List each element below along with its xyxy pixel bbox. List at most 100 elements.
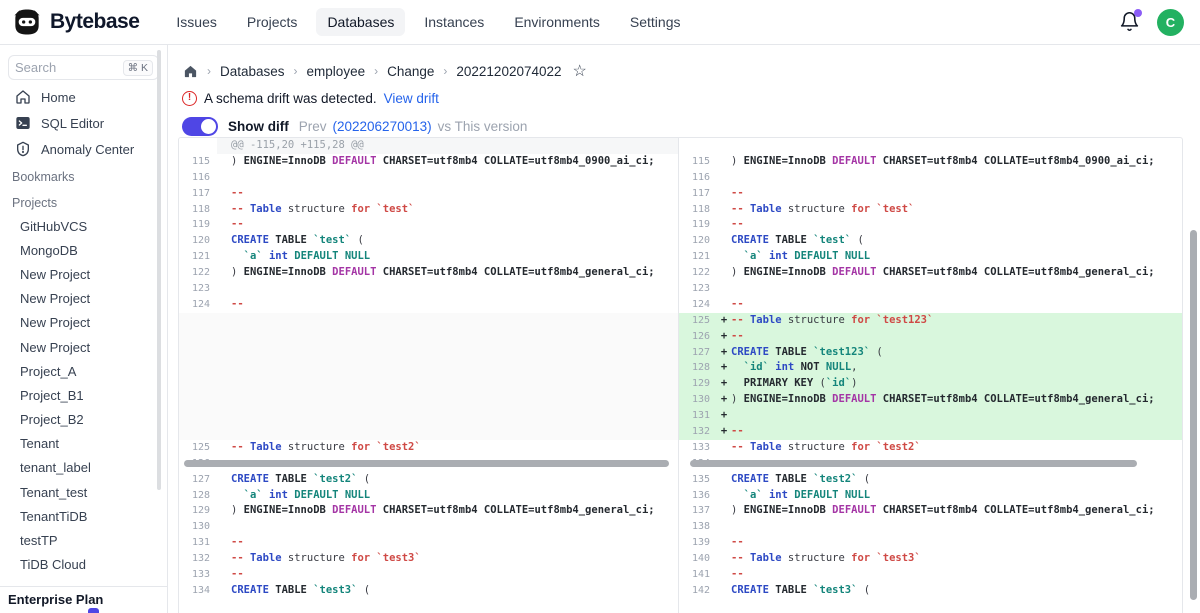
project-item[interactable]: testTP [0, 528, 167, 552]
project-item[interactable]: New Project [0, 287, 167, 311]
nav-item-databases[interactable]: Databases [316, 8, 405, 36]
diff-line [679, 138, 1182, 154]
diff-sign [717, 265, 731, 281]
project-item[interactable]: Project_B1 [0, 383, 167, 407]
diff-line: 131-- [179, 535, 678, 551]
code-text: -- Table structure for `test3` [731, 551, 1182, 567]
bytebase-logo[interactable]: Bytebase [0, 7, 139, 37]
sidebar-item-home[interactable]: Home [0, 84, 167, 110]
code-text: -- [231, 217, 678, 233]
line-number: 115 [679, 154, 717, 170]
diff-sign [717, 535, 731, 551]
code-text: ) ENGINE=InnoDB DEFAULT CHARSET=utf8mb4 … [231, 265, 678, 281]
right-pane-horizontal-scrollbar[interactable] [690, 460, 1137, 467]
diff-sign [217, 249, 231, 265]
project-item[interactable]: New Project [0, 335, 167, 359]
code-text: -- Table structure for `test3` [231, 551, 678, 567]
project-item[interactable]: MongoDB [0, 238, 167, 262]
project-item[interactable]: TenantTiDB [0, 504, 167, 528]
shield-icon [15, 141, 31, 157]
line-number: 139 [679, 535, 717, 551]
diff-sign [217, 360, 231, 376]
bookmark-star-icon[interactable]: ☆ [573, 61, 587, 81]
breadcrumb-databases[interactable]: Databases [220, 64, 285, 79]
diff-line [179, 408, 678, 424]
sidebar-item-anomaly-center[interactable]: Anomaly Center [0, 136, 167, 162]
code-text: `a` int DEFAULT NULL [731, 488, 1182, 504]
code-text: @@ -115,20 +115,28 @@ [231, 138, 678, 154]
code-text: -- [731, 424, 1182, 440]
code-text [731, 519, 1182, 535]
project-item[interactable]: Tenant_test [0, 480, 167, 504]
diff-line: 140-- Table structure for `test3` [679, 551, 1182, 567]
notification-bell-icon[interactable] [1119, 11, 1141, 33]
left-pane-horizontal-scrollbar[interactable] [184, 460, 669, 467]
prev-version-link[interactable]: (202206270013) [333, 119, 432, 134]
line-number [179, 424, 217, 440]
terminal-icon [15, 115, 31, 131]
line-number: 132 [179, 551, 217, 567]
diff-sign [217, 408, 231, 424]
diff-line: 116 [679, 170, 1182, 186]
line-number: 142 [679, 583, 717, 599]
page-vertical-scrollbar[interactable] [1190, 230, 1197, 600]
diff-line: 128+ `id` int NOT NULL, [679, 360, 1182, 376]
schema-drift-banner: ! A schema drift was detected. View drif… [168, 81, 1200, 106]
code-text [231, 408, 678, 424]
project-item[interactable]: GitHubVCS [0, 214, 167, 238]
project-item[interactable]: New Project [0, 311, 167, 335]
user-avatar[interactable]: C [1157, 9, 1184, 36]
breadcrumb-separator: › [374, 64, 378, 78]
code-text: ) ENGINE=InnoDB DEFAULT CHARSET=utf8mb4 … [731, 154, 1182, 170]
sidebar-item-sql-editor[interactable]: SQL Editor [0, 110, 167, 136]
code-text [731, 138, 1182, 154]
line-number: 131 [679, 408, 717, 424]
sidebar-scrollbar[interactable] [157, 50, 161, 490]
line-number [679, 138, 717, 154]
home-icon [15, 89, 31, 105]
line-number: 123 [179, 281, 217, 297]
code-text [231, 170, 678, 186]
show-diff-toggle[interactable] [182, 117, 218, 136]
bytebase-logo-icon [12, 7, 42, 37]
view-drift-link[interactable]: View drift [384, 91, 439, 106]
line-number: 123 [679, 281, 717, 297]
diff-line: 133-- [179, 567, 678, 583]
project-item[interactable]: TiDB Cloud [0, 553, 167, 577]
breadcrumb-version[interactable]: 20221202074022 [456, 64, 561, 79]
project-item[interactable]: Tenant [0, 432, 167, 456]
breadcrumb-change[interactable]: Change [387, 64, 434, 79]
nav-item-issues[interactable]: Issues [165, 8, 227, 36]
project-item[interactable]: tenant_label [0, 456, 167, 480]
diff-sign [217, 265, 231, 281]
search-box[interactable]: ⌘ K [8, 55, 159, 80]
breadcrumb-home-icon[interactable] [183, 64, 198, 79]
nav-item-projects[interactable]: Projects [236, 8, 309, 36]
diff-sign: + [717, 329, 731, 345]
nav-item-settings[interactable]: Settings [619, 8, 692, 36]
code-text: -- [231, 535, 678, 551]
nav-item-environments[interactable]: Environments [503, 8, 611, 36]
project-item[interactable]: New Project [0, 262, 167, 286]
diff-line: 121 `a` int DEFAULT NULL [179, 249, 678, 265]
diff-line: 117-- [679, 186, 1182, 202]
diff-line: 121 `a` int DEFAULT NULL [679, 249, 1182, 265]
project-item[interactable]: Project_B2 [0, 408, 167, 432]
diff-line: 117-- [179, 186, 678, 202]
diff-line [179, 329, 678, 345]
breadcrumb-employee[interactable]: employee [307, 64, 366, 79]
line-number: 125 [679, 313, 717, 329]
nav-item-instances[interactable]: Instances [413, 8, 495, 36]
diff-sign [217, 233, 231, 249]
line-number: 137 [679, 503, 717, 519]
diff-line: 129+ PRIMARY KEY (`id`) [679, 376, 1182, 392]
line-number [179, 392, 217, 408]
diff-line: 131+ [679, 408, 1182, 424]
schema-diff-panel: @@ -115,20 +115,28 @@115 ) ENGINE=InnoDB … [178, 137, 1183, 613]
diff-sign [217, 551, 231, 567]
project-item[interactable]: Project_A [0, 359, 167, 383]
diff-sign [217, 503, 231, 519]
search-input[interactable] [15, 60, 115, 75]
diff-sign [717, 519, 731, 535]
line-number [179, 376, 217, 392]
